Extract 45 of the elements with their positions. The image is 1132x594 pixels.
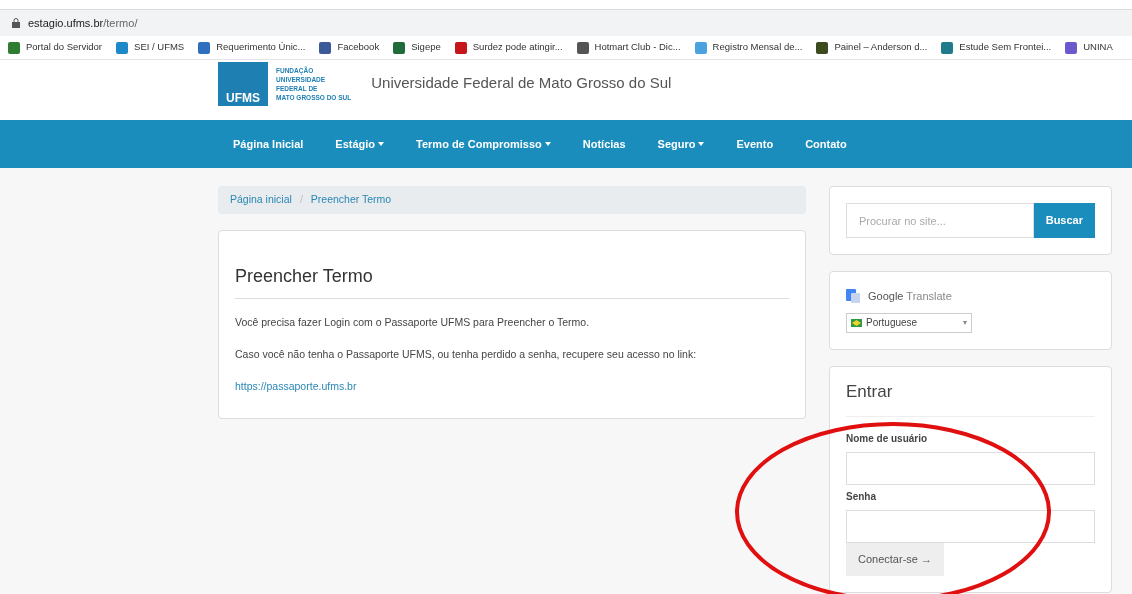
nav-link[interactable]: Seguro [657, 135, 705, 153]
bookmark[interactable]: Requerimento Únic... [198, 40, 306, 55]
breadcrumb-link[interactable]: Página inicial [230, 192, 292, 208]
page-heading: Preencher Termo [235, 263, 789, 299]
bookmark[interactable]: UNINA [1065, 40, 1113, 55]
bookmark[interactable]: Surdez pode atingir... [454, 40, 563, 55]
bookmark[interactable]: SEI / UFMS [116, 40, 185, 55]
language-select[interactable]: Portuguese ▾ [846, 312, 972, 333]
passport-link[interactable]: https://passaporte.ufms.br [235, 378, 789, 395]
nav-link[interactable]: Notícias [582, 135, 626, 153]
caret-icon [378, 142, 385, 146]
url-text: estagio.ufms.br/termo/ [28, 15, 138, 31]
search-field[interactable]: Procurar no site... [846, 203, 1034, 238]
nav-link[interactable]: Estágio [335, 135, 385, 153]
input-field[interactable] [846, 510, 1095, 543]
lock-icon [12, 18, 20, 28]
caret-icon [698, 142, 705, 146]
bookmark[interactable]: Registro Mensal de... [694, 40, 803, 55]
breadcrumb-link[interactable]: Preencher Termo [310, 192, 392, 208]
bookmark[interactable]: Sigepe [393, 40, 441, 55]
bookmark[interactable]: Painel – Anderson d... [816, 40, 928, 55]
login-button[interactable]: Conectar-se → [846, 543, 944, 576]
breadcrumb-separator: / [299, 192, 303, 208]
nav-link[interactable]: Termo de Compromisso [416, 135, 551, 153]
input-field[interactable] [846, 452, 1095, 485]
site-title: Universidade Federal de Mato Grosso do Sul [371, 73, 672, 93]
nav-link[interactable]: Página Inicial [233, 135, 304, 153]
flag-icon [851, 318, 862, 327]
paragraph: Você precisa fazer Login com o Passaporte UFMS para Preencher o Termo. [235, 315, 591, 330]
search-button[interactable]: Buscar [1033, 203, 1095, 238]
bookmark[interactable]: Hotmart Club - Dic... [576, 40, 681, 55]
nav-link[interactable]: Evento [736, 135, 774, 153]
bookmark[interactable]: Portal do Servidor [8, 40, 103, 55]
bookmark[interactable]: Estude Sem Frontei... [941, 40, 1052, 55]
paragraph: Caso você não tenha o Passaporte UFMS, ou tenha perdido a senha, recupere seu acesso no link: [235, 346, 698, 362]
field-label: Senha [846, 490, 877, 504]
login-heading: Entrar [846, 378, 1095, 417]
bookmark[interactable]: Facebook [319, 40, 380, 55]
translate-icon [846, 289, 860, 304]
caret-icon [544, 142, 551, 146]
caret-icon: ▾ [963, 316, 967, 329]
nav-link[interactable]: Contato [805, 135, 847, 153]
address-bar[interactable]: estagio.ufms.br/termo/ [0, 10, 1132, 36]
translate-label: Google Translate [868, 289, 952, 304]
field-label: Nome de usuário [846, 432, 929, 446]
